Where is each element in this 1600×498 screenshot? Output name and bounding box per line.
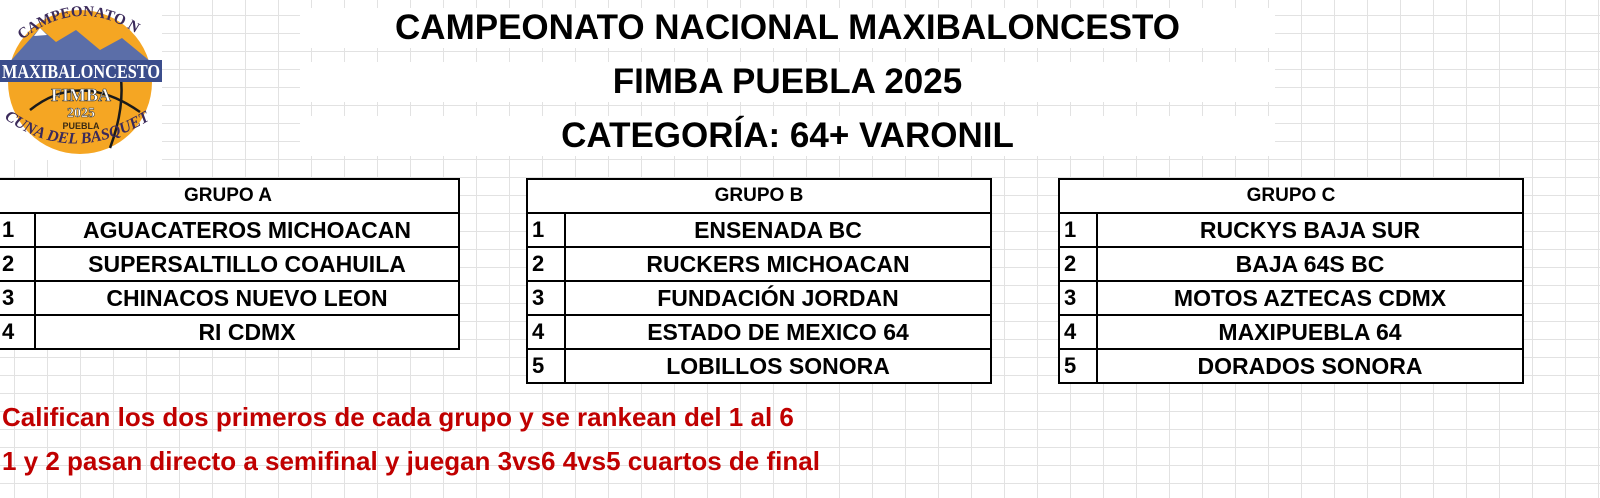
championship-logo: MAXIBALONCESTO FIMBA 2025 PUEBLA CAMPEON… — [0, 0, 162, 160]
rank-cell: 5 — [1058, 348, 1098, 384]
title-line-2: FIMBA PUEBLA 2025 — [300, 62, 1275, 102]
table-row: 2 BAJA 64S BC — [1058, 246, 1524, 282]
group-header: GRUPO C — [1058, 178, 1524, 214]
rank-cell: 4 — [526, 314, 566, 350]
playoff-note: 1 y 2 pasan directo a semifinal y juegan… — [2, 446, 820, 476]
group-c-table: GRUPO C 1 RUCKYS BAJA SUR 2 BAJA 64S BC 3M… — [1058, 178, 1524, 384]
team-cell: ESTADO DE MEXICO 64 — [564, 314, 992, 350]
rank-cell: 1 — [526, 212, 566, 248]
rank-cell: 4 — [0, 314, 36, 350]
logo-graphic: MAXIBALONCESTO FIMBA 2025 PUEBLA CAMPEON… — [0, 0, 162, 154]
qualification-note: Califican los dos primeros de cada grupo… — [2, 402, 794, 432]
table-row: 1 RUCKYS BAJA SUR — [1058, 212, 1524, 248]
team-cell: SUPERSALTILLO COAHUILA — [34, 246, 460, 282]
logo-year-text: 2025 — [67, 106, 95, 121]
team-cell: AGUACATEROS MICHOACAN — [34, 212, 460, 248]
group-b-table: GRUPO B 1 ENSENADA BC 2 RUCKERS MICHOACAN … — [526, 178, 992, 384]
table-row: 4 ESTADO DE MEXICO 64 — [526, 314, 992, 350]
title-line-1: CAMPEONATO NACIONAL MAXIBALONCESTO — [300, 8, 1275, 48]
rank-cell: 2 — [526, 246, 566, 282]
group-header: GRUPO B — [526, 178, 992, 214]
table-row: 2 RUCKERS MICHOACAN — [526, 246, 992, 282]
logo-event-text: FIMBA — [51, 85, 111, 105]
group-a-table: GRUPO A 1 AGUACATEROS MICHOACAN 2 SUPERSAL… — [0, 178, 460, 350]
team-cell: RUCKYS BAJA SUR — [1096, 212, 1524, 248]
team-cell: RI CDMX — [34, 314, 460, 350]
table-row: 3 FUNDACIÓN JORDAN — [526, 280, 992, 316]
table-row: 4 RI CDMX — [0, 314, 460, 350]
team-cell: BAJA 64S BC — [1096, 246, 1524, 282]
group-header: GRUPO A — [0, 178, 460, 214]
table-row: 3 MOTOS AZTECAS CDMX — [1058, 280, 1524, 316]
table-row: 3 CHINACOS NUEVO LEON — [0, 280, 460, 316]
table-row: 5 DORADOS SONORA — [1058, 348, 1524, 384]
rank-cell: 3 — [526, 280, 566, 316]
team-cell: DORADOS SONORA — [1096, 348, 1524, 384]
table-row: 1 AGUACATEROS MICHOACAN — [0, 212, 460, 248]
team-cell: MAXIPUEBLA 64 — [1096, 314, 1524, 350]
rank-cell: 5 — [526, 348, 566, 384]
rank-cell: 3 — [0, 280, 36, 316]
table-row: 5 LOBILLOS SONORA — [526, 348, 992, 384]
team-cell: MOTOS AZTECAS CDMX — [1096, 280, 1524, 316]
team-cell: CHINACOS NUEVO LEON — [34, 280, 460, 316]
rank-cell: 2 — [1058, 246, 1098, 282]
title-line-3: CATEGORÍA: 64+ VARONIL — [300, 116, 1275, 156]
table-row: 1 ENSENADA BC — [526, 212, 992, 248]
logo-banner-text: MAXIBALONCESTO — [2, 61, 160, 83]
rank-cell: 1 — [0, 212, 36, 248]
rank-cell: 1 — [1058, 212, 1098, 248]
team-cell: ENSENADA BC — [564, 212, 992, 248]
team-cell: LOBILLOS SONORA — [564, 348, 992, 384]
table-row: 2 SUPERSALTILLO COAHUILA — [0, 246, 460, 282]
rank-cell: 4 — [1058, 314, 1098, 350]
rank-cell: 3 — [1058, 280, 1098, 316]
table-row: 4 MAXIPUEBLA 64 — [1058, 314, 1524, 350]
team-cell: RUCKERS MICHOACAN — [564, 246, 992, 282]
team-cell: FUNDACIÓN JORDAN — [564, 280, 992, 316]
rank-cell: 2 — [0, 246, 36, 282]
